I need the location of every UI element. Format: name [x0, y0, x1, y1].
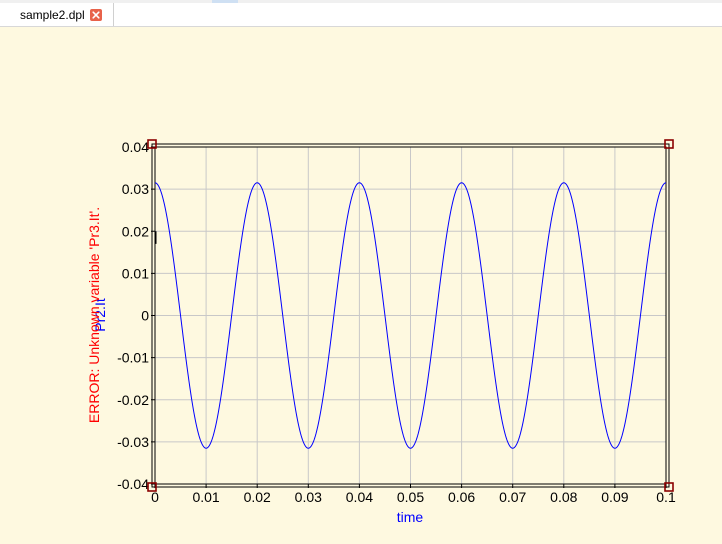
x-tick-label: 0.07 — [499, 489, 526, 505]
x-tick-label: 0.09 — [601, 489, 628, 505]
y-tick-label: 0 — [141, 308, 149, 324]
y-tick-label: 0.03 — [122, 181, 149, 197]
y-tick-labels: 0.04 0.03 0.02 0.01 0 -0.01 -0.02 -0.03 -0.04 — [117, 139, 155, 492]
tab-label: sample2.dpl — [20, 7, 85, 22]
x-tick-label: 0.01 — [192, 489, 219, 505]
x-tick-label: 0.06 — [448, 489, 475, 505]
y-tick-label: -0.01 — [117, 350, 149, 366]
line-chart[interactable]: 0.04 0.03 0.02 0.01 0 -0.01 -0.02 -0.03 -0.04 0 0… — [0, 27, 722, 539]
y-tick-label: -0.04 — [117, 476, 149, 492]
x-axis-label: time — [397, 509, 424, 525]
tab-bar: sample2.dpl — [0, 3, 722, 27]
y-tick-label: -0.03 — [117, 434, 149, 450]
error-label: ERROR: Unknown variable 'Pr3.It'. — [86, 207, 102, 423]
plot-area[interactable]: 0.04 0.03 0.02 0.01 0 -0.01 -0.02 -0.03 -0.04 0 0… — [0, 27, 722, 539]
tab-sample2[interactable]: sample2.dpl — [0, 3, 114, 26]
x-tick-label: 0.05 — [397, 489, 424, 505]
x-tick-label: 0.02 — [244, 489, 271, 505]
x-tick-label: 0.08 — [550, 489, 577, 505]
y-tick-label: 0.04 — [122, 139, 149, 155]
x-tick-label: 0.03 — [295, 489, 322, 505]
y-tick-label: 0.02 — [122, 223, 149, 239]
y-tick-label: 0.01 — [122, 265, 149, 281]
y-tick-label: -0.02 — [117, 392, 149, 408]
x-tick-label: 0.04 — [346, 489, 373, 505]
close-icon[interactable] — [89, 8, 102, 21]
